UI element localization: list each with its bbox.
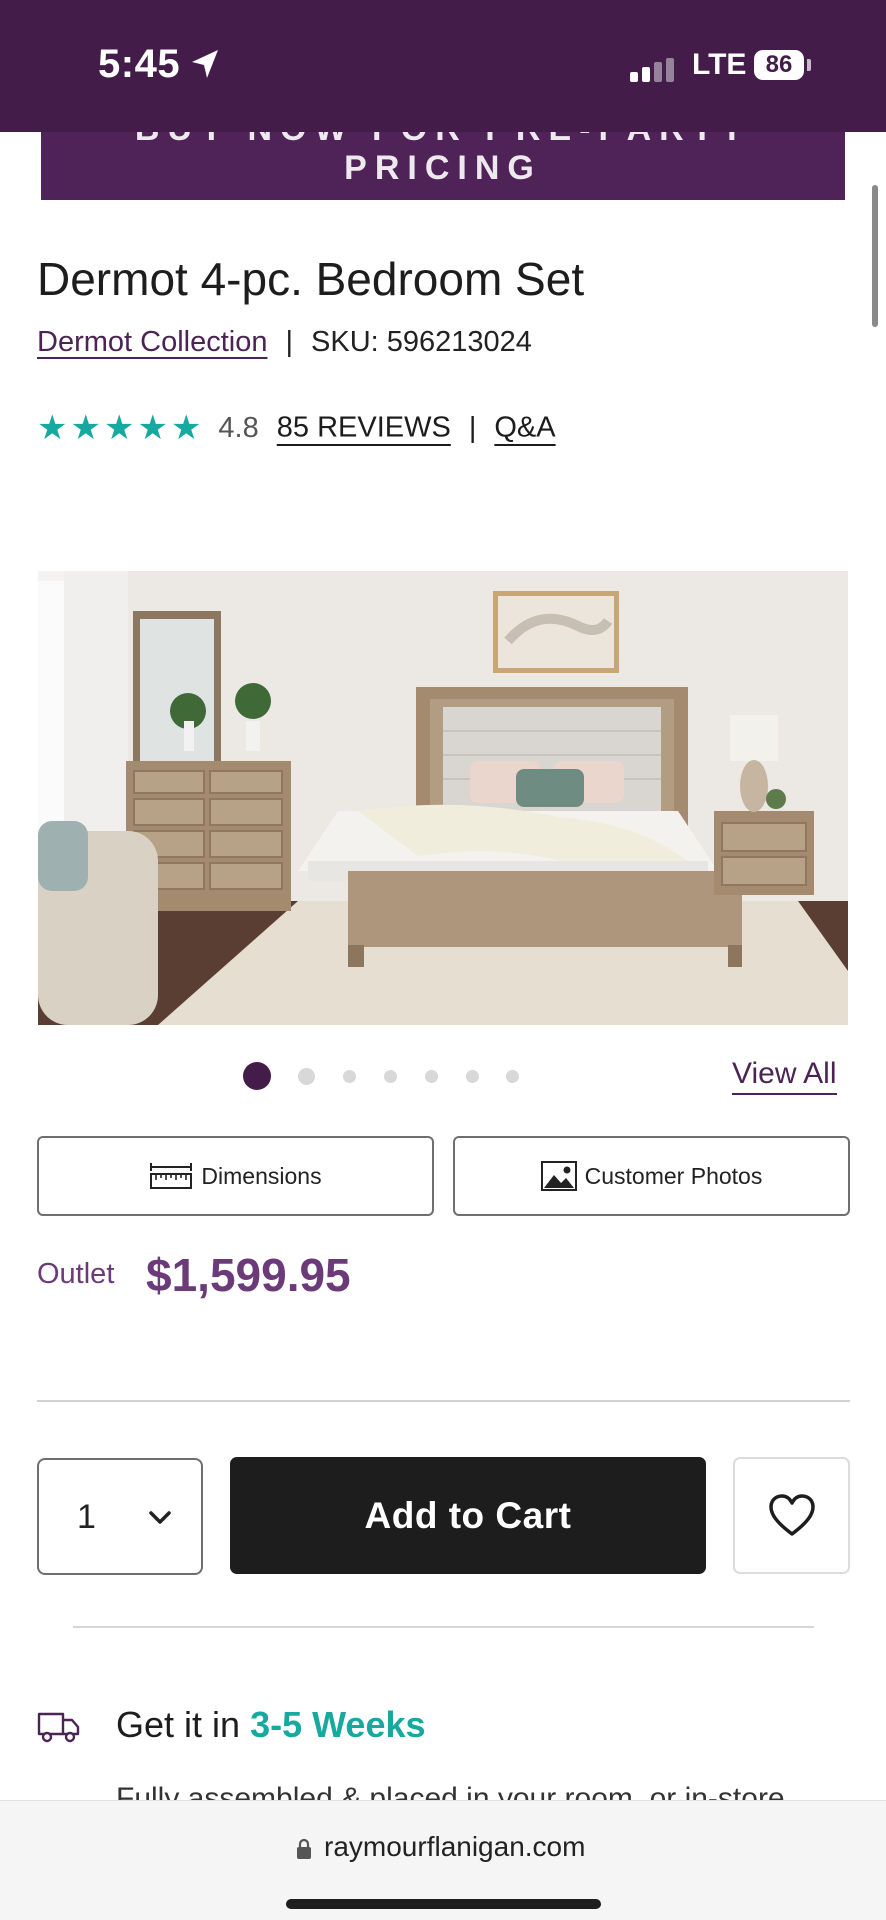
carousel-dot[interactable] <box>384 1070 397 1083</box>
delivery-estimate: Get it in 3-5 Weeks <box>116 1704 426 1746</box>
lock-icon <box>297 1838 311 1859</box>
scrollbar[interactable] <box>872 185 878 327</box>
product-title: Dermot 4-pc. Bedroom Set <box>37 253 585 305</box>
quantity-value: 1 <box>77 1498 96 1536</box>
wishlist-button[interactable] <box>733 1457 850 1574</box>
url-text[interactable]: raymourflanigan.com <box>324 1831 585 1863</box>
divider <box>37 1400 850 1402</box>
rating-separator: | <box>468 411 477 444</box>
delivery-truck-icon <box>37 1712 80 1743</box>
carousel-dot[interactable] <box>343 1070 356 1083</box>
carousel-dot[interactable] <box>466 1070 479 1083</box>
carousel-dot-active[interactable] <box>243 1062 271 1090</box>
heart-icon <box>768 1493 815 1536</box>
price: $1,599.95 <box>146 1249 351 1301</box>
delivery-weeks: 3-5 Weeks <box>250 1704 426 1745</box>
product-image[interactable] <box>38 571 848 1025</box>
home-indicator[interactable] <box>286 1899 601 1909</box>
star-icon: ★ <box>170 409 202 447</box>
ruler-icon <box>150 1163 193 1189</box>
star-icon: ★ <box>103 409 135 447</box>
view-all-link[interactable]: View All <box>732 1057 837 1095</box>
network-label: LTE <box>692 48 747 81</box>
quantity-select[interactable]: 1 <box>37 1458 203 1575</box>
browser-address-bar[interactable]: raymourflanigan.com <box>0 1800 886 1920</box>
signal-icon <box>630 58 674 82</box>
status-time: 5:45 <box>98 42 181 86</box>
chevron-down-icon <box>149 1511 171 1524</box>
battery-tip <box>807 59 811 71</box>
carousel-dot[interactable] <box>425 1070 438 1083</box>
customer-photos-label: Customer Photos <box>584 1162 763 1189</box>
star-rating: ★★★★★ <box>37 408 204 448</box>
carousel-dot[interactable] <box>298 1068 315 1085</box>
sku-text: SKU: 596213024 <box>311 326 532 358</box>
star-icon: ★ <box>70 409 101 447</box>
delivery-prefix: Get it in <box>116 1704 251 1745</box>
reviews-link[interactable]: 85 REVIEWS <box>277 412 451 444</box>
rating-value: 4.8 <box>218 411 259 444</box>
divider <box>73 1626 814 1628</box>
dimensions-label: Dimensions <box>201 1162 322 1189</box>
collection-link[interactable]: Dermot Collection <box>37 326 267 358</box>
carousel-dot[interactable] <box>506 1070 519 1083</box>
rating-row: ★★★★★ 4.8 85 REVIEWS | Q&A <box>37 408 556 452</box>
star-icon: ★ <box>137 409 168 447</box>
photo-icon <box>540 1161 577 1191</box>
product-meta: Dermot Collection | SKU: 596213024 <box>37 326 532 359</box>
add-to-cart-button[interactable]: Add to Cart <box>230 1457 706 1574</box>
status-bar: 5:45 LTE 86 <box>0 0 886 132</box>
location-arrow-icon <box>192 50 218 78</box>
outlet-label: Outlet <box>37 1258 115 1290</box>
bedroom-illustration <box>38 571 848 1025</box>
qa-link[interactable]: Q&A <box>494 412 555 444</box>
dimensions-button[interactable]: Dimensions <box>37 1136 434 1216</box>
battery-icon: 86 <box>754 50 804 80</box>
meta-separator: | <box>285 326 294 358</box>
customer-photos-button[interactable]: Customer Photos <box>453 1136 850 1216</box>
star-icon: ★ <box>37 409 68 447</box>
